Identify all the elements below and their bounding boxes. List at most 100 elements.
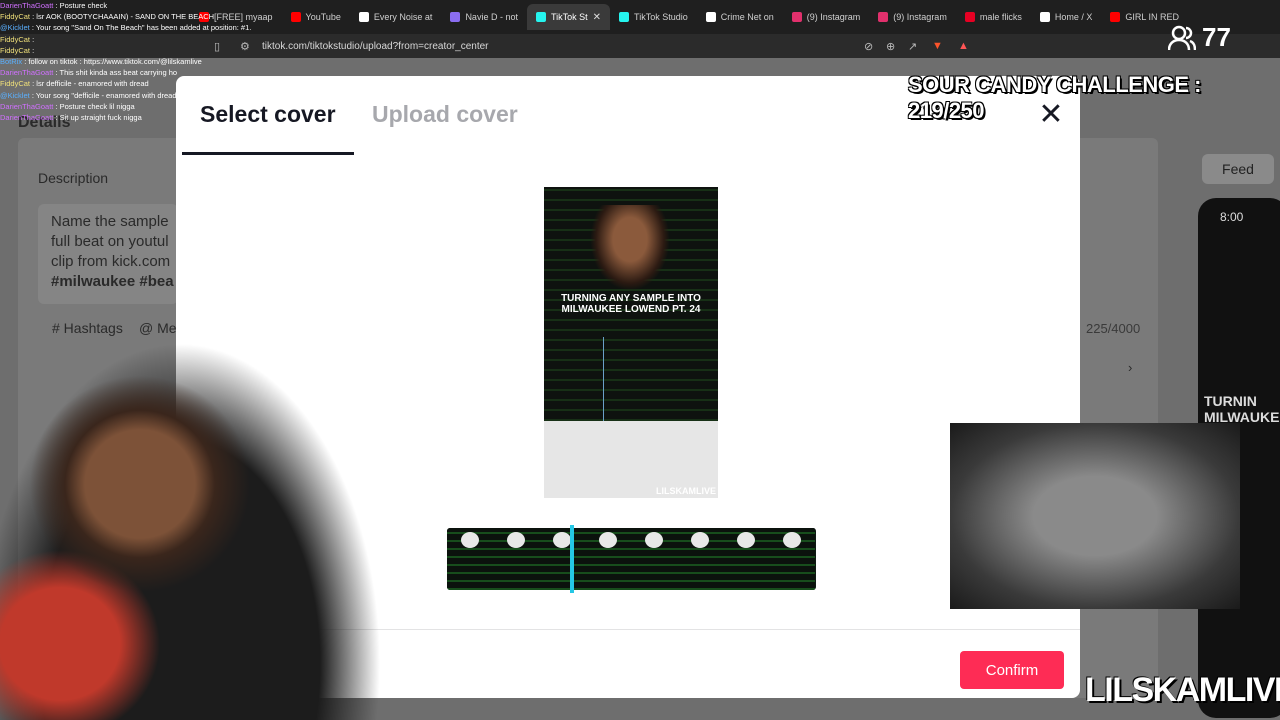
frame-timeline[interactable]	[447, 528, 816, 590]
browser-tab[interactable]: Crime Net on	[697, 4, 783, 30]
browser-tab[interactable]: male flicks	[956, 4, 1031, 30]
chat-username[interactable]: DarienThaGoatt	[0, 1, 53, 10]
timeline-frame[interactable]	[447, 528, 493, 590]
tab-favicon-icon	[705, 12, 716, 22]
chat-username[interactable]: FiddyCat	[0, 46, 30, 55]
cover-frame-selector[interactable]	[570, 525, 574, 593]
chat-text: : Your song "defficile - enamored with d…	[31, 90, 321, 100]
chat-username[interactable]: BotRix	[0, 57, 22, 66]
chat-message: DarienThaGoatt : Sit up straight fuck ni…	[0, 112, 370, 123]
active-tab-indicator	[182, 152, 354, 155]
timeline-frame[interactable]	[769, 528, 815, 590]
tab-favicon-icon	[791, 12, 802, 22]
tab-label: (9) Instagram	[806, 12, 861, 22]
tab-favicon-icon	[1110, 12, 1121, 22]
frame-thumbnail	[599, 532, 617, 548]
chat-username[interactable]: FiddyCat	[0, 12, 30, 21]
phone-caption: TURNIN MILWAUKE	[1204, 393, 1280, 425]
chat-message: BotRix : follow on tiktok : https://www.…	[0, 56, 370, 67]
tab-label: Crime Net on	[720, 12, 774, 22]
challenge-counter: SOUR CANDY CHALLENGE : 219/250	[908, 72, 1201, 123]
confirm-button[interactable]: Confirm	[960, 651, 1064, 689]
tab-favicon-icon	[1039, 12, 1050, 22]
eye-off-icon[interactable]: ⊘	[864, 40, 873, 53]
timeline-frame[interactable]	[585, 528, 631, 590]
tab-favicon-icon	[535, 12, 546, 22]
browser-tab[interactable]: Navie D - not	[441, 4, 527, 30]
tab-label: TikTok Studio	[634, 12, 688, 22]
description-line-4: #milwaukee #bea	[51, 273, 174, 290]
timeline-frame[interactable]	[677, 528, 723, 590]
chat-message: DarienThaGoatt : Posture check	[0, 0, 370, 11]
tab-upload-cover[interactable]: Upload cover	[372, 101, 518, 128]
chat-message: @Kicklet : Your song "defficile - enamor…	[0, 90, 370, 101]
chat-text: : Posture check lil nigga	[55, 101, 135, 111]
preview-video-frame: TURNING ANY SAMPLE INTO MILWAUKEE LOWEND…	[544, 187, 718, 421]
tab-label: GIRL IN RED	[1125, 12, 1180, 22]
tab-favicon-icon	[619, 12, 630, 22]
chat-text: : Your song "Sand On The Beach" has been…	[31, 23, 252, 33]
description-label: Description	[38, 170, 109, 186]
hashtags-button[interactable]: # Hashtags	[52, 320, 123, 336]
frame-thumbnail	[461, 532, 479, 548]
frame-thumbnail	[783, 532, 801, 548]
frame-thumbnail	[507, 532, 525, 548]
chat-text: : lsr AOK (BOOTYCHAAAIN) - SAND ON THE B…	[32, 12, 215, 22]
chat-message: DarienThaGoatt : Posture check lil nigga	[0, 101, 370, 112]
chat-username[interactable]: DarienThaGoatt	[0, 113, 53, 122]
share-icon[interactable]: ↗	[908, 40, 917, 53]
brave-shield-icon[interactable]: ▼	[932, 40, 943, 52]
chat-username[interactable]: @Kicklet	[0, 91, 30, 100]
chevron-right-icon[interactable]: ›	[1128, 360, 1132, 375]
browser-tab[interactable]: (9) Instagram	[869, 4, 956, 30]
close-tab-icon[interactable]: ✕	[593, 12, 601, 23]
chat-text: : Posture check	[55, 1, 108, 10]
frame-thumbnail	[737, 532, 755, 548]
chat-username[interactable]: DarienThaGoatt	[0, 102, 53, 111]
chat-message: FiddyCat :	[0, 45, 370, 56]
browser-tab[interactable]: (9) Instagram	[783, 4, 870, 30]
chat-username[interactable]: @Kicklet	[0, 23, 30, 32]
rewards-icon[interactable]: ▲	[958, 40, 969, 52]
chat-username[interactable]: FiddyCat	[0, 79, 30, 88]
frame-thumbnail	[691, 532, 709, 548]
viewer-count-value: 77	[1202, 22, 1231, 52]
users-icon	[1168, 25, 1196, 50]
chat-message: @Kicklet : Your song "Sand On The Beach"…	[0, 22, 370, 33]
zoom-icon[interactable]: ⊕	[886, 40, 895, 53]
frame-thumbnail	[553, 532, 571, 548]
tab-feed[interactable]: Feed	[1202, 154, 1274, 184]
preview-caption: TURNING ANY SAMPLE INTO MILWAUKEE LOWEND…	[561, 293, 701, 315]
timeline-frame[interactable]	[493, 528, 539, 590]
streamer-thumbnail	[590, 205, 670, 291]
timeline-frame[interactable]	[723, 528, 769, 590]
tab-label: (9) Instagram	[893, 12, 947, 22]
chat-text: : Sit up straight fuck nigga	[55, 113, 142, 123]
cover-preview: TURNING ANY SAMPLE INTO MILWAUKEE LOWEND…	[544, 187, 718, 498]
chat-text: : follow on tiktok : https://www.tiktok.…	[24, 57, 202, 67]
preview-watermark: LILSKAMLIVE	[656, 486, 716, 496]
chat-message: FiddyCat :	[0, 34, 370, 45]
browser-tab[interactable]: TikTok Studio	[610, 4, 697, 30]
description-line-2: full beat on youtul	[51, 233, 169, 250]
chat-username[interactable]: DarienThaGoatt	[0, 68, 53, 77]
frame-thumbnail	[645, 532, 663, 548]
browser-tab[interactable]: Home / X	[1031, 4, 1102, 30]
tab-label: Every Noise at	[373, 12, 433, 22]
phone-time: 8:00	[1220, 210, 1244, 224]
chat-text: :	[32, 45, 35, 55]
tab-label: Home / X	[1054, 12, 1093, 22]
timeline-frame[interactable]	[539, 528, 585, 590]
tab-favicon-icon	[878, 12, 889, 22]
browser-tab[interactable]: TikTok St ✕	[526, 4, 611, 30]
viewer-count: 77	[1168, 22, 1231, 53]
chat-message: FiddyCat : lsr defficile - enamored with…	[0, 78, 370, 89]
tab-label: male flicks	[979, 12, 1022, 22]
timeline-frame[interactable]	[631, 528, 677, 590]
mention-button[interactable]: @ Me	[139, 320, 177, 336]
chat-username[interactable]: FiddyCat	[0, 35, 30, 44]
tab-favicon-icon	[450, 12, 461, 22]
character-count: 225/4000	[1086, 321, 1141, 336]
secondary-video-overlay	[950, 423, 1240, 609]
chat-message: DarienThaGoatt : This shit kinda ass bea…	[0, 67, 370, 78]
